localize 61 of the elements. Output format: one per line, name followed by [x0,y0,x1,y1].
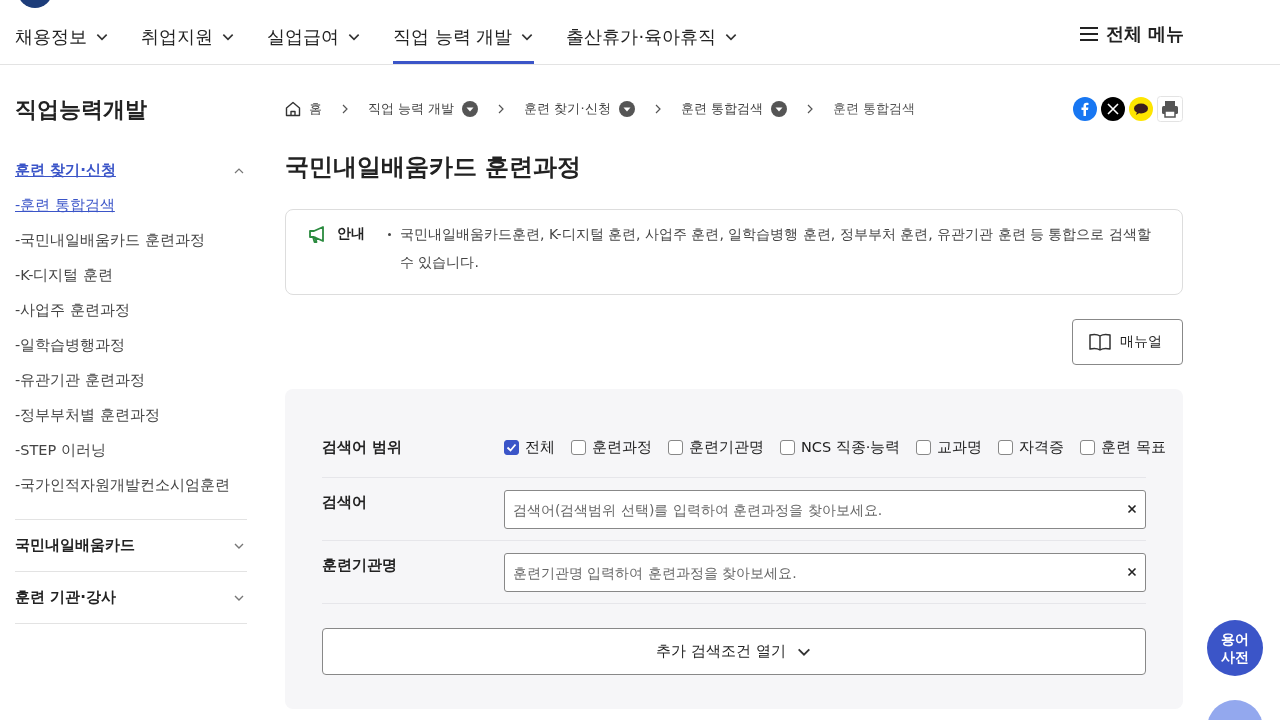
dropdown-icon [462,101,479,117]
breadcrumb-link[interactable]: 훈련 통합검색 [680,100,787,118]
clear-icon[interactable] [1127,504,1137,514]
all-menu-button[interactable]: 전체 메뉴 [1079,15,1184,61]
breadcrumb-link[interactable]: 훈련 찾기·신청 [524,100,635,118]
sidebar-item[interactable]: -K-디지털 훈련 [15,258,247,293]
sidebar-item[interactable]: -사업주 훈련과정 [15,293,247,328]
sidebar-item[interactable]: -국가인적자원개발컨소시엄훈련 [15,468,247,503]
nav-tab[interactable]: 취업지원 [141,18,235,64]
breadcrumb-link[interactable]: 홈 [285,100,322,118]
checkbox-option[interactable]: 훈련과정 [571,437,652,457]
menu-icon [1079,26,1098,41]
sidebar-item[interactable]: -국민내일배움카드 훈련과정 [15,223,247,258]
checkbox-option[interactable]: 교과명 [916,437,983,457]
sidebar-group[interactable]: 훈련 기관·강사 [15,572,247,623]
nav-tab[interactable]: 실업급여 [267,18,361,64]
sidebar-item[interactable]: -정부부처별 훈련과정 [15,398,247,433]
checkbox-option[interactable]: 전체 [504,437,555,457]
breadcrumb-link[interactable]: 직업 능력 개발 [368,100,479,118]
field-label: 검색어 범위 [322,437,404,457]
notice-label: 안내 [337,225,365,243]
sidebar-item[interactable]: -유관기관 훈련과정 [15,363,247,398]
nav-tab[interactable]: 채용정보 [15,18,109,64]
checkbox-option[interactable]: 훈련 목표 [1080,437,1166,457]
nav-tab[interactable]: 직업 능력 개발 [393,18,535,64]
field-label: 훈련기관명 [322,556,398,575]
notice-text: 국민내일배움카드훈련, K-디지털 훈련, 사업주 훈련, 일학습병행 훈련, 정부부처 훈련, 유관기관 훈련 등 통합으로 검색할 수 있습니다. [388,220,1160,276]
checkbox[interactable] [780,439,795,455]
sidebar-item[interactable]: -훈련 통합검색 [15,188,247,223]
checkbox[interactable] [916,439,932,455]
checkbox[interactable] [1080,439,1096,455]
home-icon [285,101,301,117]
book-icon [1089,332,1111,352]
checkbox[interactable] [504,439,519,455]
checkbox-option[interactable]: NCS 직종·능력 [780,437,901,457]
sidebar-item[interactable]: -일학습병행과정 [15,328,247,363]
breadcrumb-link[interactable]: 훈련 통합검색 [832,100,915,118]
checkbox[interactable] [571,439,586,455]
clear-icon[interactable] [1127,567,1137,577]
checkbox-option[interactable]: 자격증 [998,437,1065,457]
checkbox-option[interactable]: 훈련기관명 [668,437,764,457]
page-title: 국민내일배움카드 훈련과정 [285,152,583,183]
input-field[interactable]: 훈련기관명 입력하여 훈련과정을 찾아보세요. [504,553,1146,592]
sidebar-title: 직업능력개발 [15,96,148,124]
more-conditions-button[interactable]: 추가 검색조건 열기 [322,628,1146,675]
printer-icon[interactable] [1157,96,1183,122]
glossary-button[interactable]: 용어 사전 [1207,620,1263,676]
checkbox[interactable] [998,439,1014,455]
dropdown-icon [618,101,635,117]
facebook-icon[interactable] [1073,97,1097,121]
chat-bubble-icon[interactable] [1129,97,1153,121]
dropdown-icon [770,101,787,117]
x-icon[interactable] [1101,97,1125,121]
nav-tab[interactable]: 출산휴가·육아휴직 [566,18,739,64]
sidebar-item[interactable]: -STEP 이러닝 [15,433,247,468]
checkbox[interactable] [668,439,683,455]
input-field[interactable]: 검색어(검색범위 선택)를 입력하여 훈련과정을 찾아보세요. [504,490,1146,529]
field-label: 검색어 [322,493,368,512]
manual-button[interactable]: 매뉴얼 [1072,319,1183,365]
sidebar-group[interactable]: 국민내일배움카드 [15,520,247,571]
chevron-right-icon [340,104,350,114]
